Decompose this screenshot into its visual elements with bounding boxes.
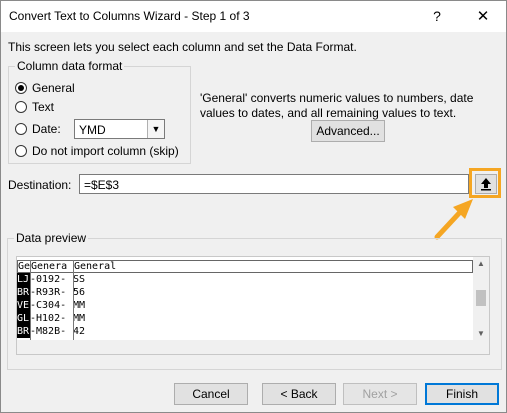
cell-col-2[interactable]: -C304- [30, 299, 73, 312]
group-legend: Column data format [15, 59, 125, 73]
chevron-down-icon[interactable]: ▼ [147, 120, 164, 138]
format-description: 'General' converts numeric values to num… [200, 91, 474, 120]
destination-value: =$E$3 [84, 178, 120, 192]
cell-col-2[interactable]: -M82B- [30, 325, 73, 338]
column-break-line[interactable] [73, 260, 74, 341]
table-row: VE-C304- MM [17, 299, 85, 312]
cell-col-1[interactable]: GL [17, 312, 30, 325]
data-preview-grid[interactable]: GeGenera General LJ-0192- SS BR-R93R- 56 VE… [16, 256, 490, 355]
horizontal-scrollbar[interactable] [17, 340, 489, 354]
table-row: BR-R93R- 56 [17, 286, 85, 299]
table-row: LJ-0192- SS [17, 273, 85, 286]
radio-label-skip: Do not import column (skip) [32, 144, 179, 158]
column-data-format-group: Column data format General Text Date: YM… [8, 59, 191, 164]
radio-circle[interactable] [15, 101, 27, 113]
scroll-down-icon[interactable]: ▼ [473, 329, 489, 338]
help-button[interactable]: ? [414, 1, 460, 32]
title-bar: Convert Text to Columns Wizard - Step 1 … [1, 1, 506, 32]
cell-col-3[interactable]: 56 [73, 286, 85, 299]
scroll-up-icon[interactable]: ▲ [473, 259, 489, 268]
pointer-arrow-icon [434, 199, 473, 240]
table-row: BR-M82B- 42 [17, 325, 85, 338]
radio-text[interactable]: Text [15, 99, 54, 115]
header-col-3[interactable]: General [74, 261, 116, 272]
radio-date[interactable]: Date: [15, 121, 61, 137]
header-col-2[interactable]: Genera [31, 261, 74, 272]
cell-col-3[interactable]: MM [73, 299, 85, 312]
scroll-thumb[interactable] [476, 290, 486, 306]
cell-col-2[interactable]: -R93R- [30, 286, 73, 299]
advanced-button[interactable]: Advanced... [311, 120, 385, 142]
next-button[interactable]: Next > [343, 383, 417, 405]
back-button[interactable]: < Back [262, 383, 336, 405]
cell-col-3[interactable]: SS [73, 273, 85, 286]
radio-circle[interactable] [15, 145, 27, 157]
table-row: GL-H102- MM [17, 312, 85, 325]
group-legend: Data preview [14, 231, 89, 245]
destination-input[interactable]: =$E$3 [79, 174, 469, 194]
date-format-select[interactable]: YMD ▼ [74, 119, 165, 139]
close-button[interactable]: ✕ [460, 1, 506, 32]
intro-text: This screen lets you select each column … [8, 40, 357, 54]
cell-col-1[interactable]: LJ [17, 273, 30, 286]
close-icon: ✕ [476, 8, 490, 25]
window-title: Convert Text to Columns Wizard - Step 1 … [9, 9, 250, 23]
cell-col-3[interactable]: 42 [73, 325, 85, 338]
preview-header-row: GeGenera General [17, 260, 473, 273]
date-format-value: YMD [79, 123, 106, 137]
cancel-button[interactable]: Cancel [174, 383, 248, 405]
radio-general[interactable]: General [15, 80, 75, 96]
cell-col-2[interactable]: -0192- [30, 273, 73, 286]
cell-col-2[interactable]: -H102- [30, 312, 73, 325]
destination-label: Destination: [8, 178, 72, 192]
cell-col-1[interactable]: VE [17, 299, 30, 312]
radio-label-date: Date: [32, 122, 61, 136]
vertical-scrollbar[interactable]: ▲ ▼ [473, 257, 489, 341]
cell-col-1[interactable]: BR [17, 286, 30, 299]
finish-button[interactable]: Finish [425, 383, 499, 405]
radio-label-general: General [32, 81, 75, 95]
radio-circle[interactable] [15, 123, 27, 135]
preview-content: GeGenera General LJ-0192- SS BR-R93R- 56 VE… [17, 257, 475, 341]
radio-label-text: Text [32, 100, 55, 114]
convert-text-wizard-dialog: Convert Text to Columns Wizard - Step 1 … [0, 0, 507, 413]
radio-skip[interactable]: Do not import column (skip) [15, 143, 179, 159]
cell-col-3[interactable]: MM [73, 312, 85, 325]
cell-col-1[interactable]: BR [17, 325, 30, 338]
radio-circle[interactable] [15, 82, 27, 94]
column-break-line[interactable] [30, 260, 31, 341]
